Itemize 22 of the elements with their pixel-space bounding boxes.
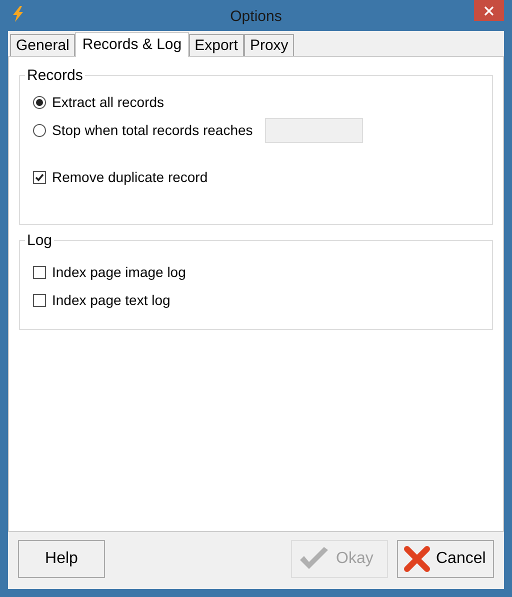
checkbox-label: Remove duplicate record xyxy=(52,168,208,187)
window-title: Options xyxy=(230,7,282,27)
lightning-icon xyxy=(11,6,25,22)
checkbox[interactable] xyxy=(33,170,46,184)
tab[interactable]: Records & Log xyxy=(75,32,189,57)
tab[interactable]: Proxy xyxy=(244,34,294,56)
checkbox[interactable] xyxy=(33,266,46,278)
tab[interactable]: General xyxy=(10,34,76,56)
radio-button[interactable] xyxy=(33,96,46,108)
checkmark-icon xyxy=(298,546,330,572)
close-icon xyxy=(404,546,430,572)
close-button[interactable] xyxy=(474,0,504,21)
cancel-button[interactable]: Cancel xyxy=(397,540,494,578)
radio-label: Extract all records xyxy=(52,92,164,112)
tab[interactable]: Export xyxy=(188,34,244,56)
close-icon xyxy=(484,6,494,16)
help-button[interactable]: Help xyxy=(18,540,105,578)
checkbox-label: Index page text log xyxy=(52,290,170,310)
radio-button[interactable] xyxy=(33,124,46,136)
checkbox-label: Index page image log xyxy=(52,262,186,282)
radio-label: Stop when total records reaches xyxy=(52,120,253,140)
checkbox[interactable] xyxy=(33,294,46,306)
